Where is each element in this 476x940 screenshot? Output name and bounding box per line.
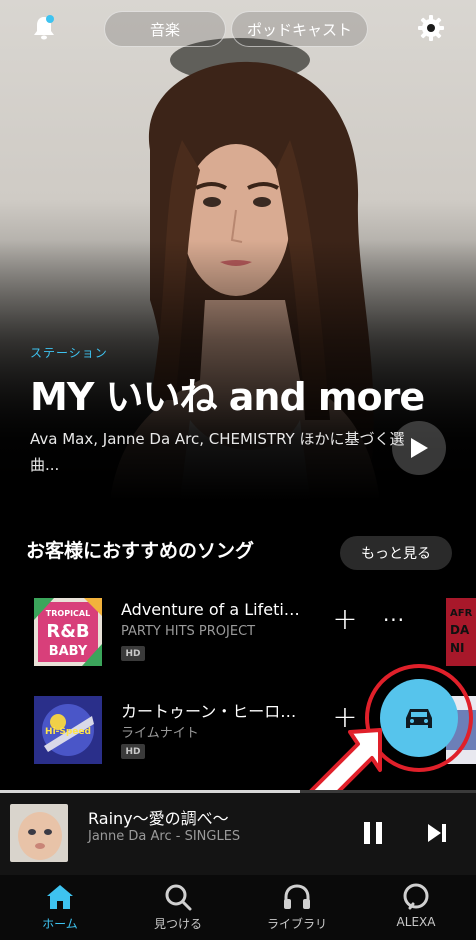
pause-icon xyxy=(364,822,382,844)
notifications-button[interactable] xyxy=(30,14,58,42)
svg-text:NI: NI xyxy=(450,641,465,655)
hero-description: Ava Max, Janne Da Arc, CHEMISTRY ほかに基づく選… xyxy=(30,430,405,474)
svg-text:Hi-Speed: Hi-Speed xyxy=(45,727,91,737)
song-artist: ライムナイト xyxy=(121,726,199,741)
tab-music[interactable]: 音楽 xyxy=(104,11,226,47)
album-art: Hi-Speed xyxy=(34,696,102,764)
svg-text:R&B: R&B xyxy=(46,621,89,642)
svg-text:BABY: BABY xyxy=(49,644,88,659)
pause-button[interactable] xyxy=(358,819,388,847)
album-art: TROPICAL R&B BABY xyxy=(34,598,102,666)
play-icon xyxy=(411,438,428,458)
tab-podcasts[interactable]: ポッドキャスト xyxy=(231,11,368,47)
gear-icon xyxy=(418,15,444,41)
svg-text:DA: DA xyxy=(450,623,470,637)
car-icon xyxy=(406,709,432,728)
nav-find-label: 見つける xyxy=(153,917,202,931)
home-icon xyxy=(47,885,73,909)
mini-player[interactable]: Rainy〜愛の調べ〜 Janne Da Arc - SINGLES xyxy=(0,793,476,875)
settings-button[interactable] xyxy=(416,13,446,43)
svg-text:AFR: AFR xyxy=(450,608,473,619)
bottom-navigation: ホーム 見つける ライブラリ ALEXA xyxy=(0,875,476,940)
now-playing-art xyxy=(10,804,68,862)
nav-library[interactable]: ライブラリ xyxy=(247,875,347,940)
svg-text:TROPICAL: TROPICAL xyxy=(46,609,90,618)
headphones-icon xyxy=(284,884,310,909)
search-icon xyxy=(165,884,192,911)
nav-library-label: ライブラリ xyxy=(266,917,327,931)
alexa-icon xyxy=(403,883,429,910)
song-title: Adventure of a Lifetime xyxy=(121,600,306,619)
nav-home[interactable]: ホーム xyxy=(10,875,110,940)
hd-badge: HD xyxy=(121,646,145,661)
song-title: カートゥーン・ヒーローズ xyxy=(121,702,306,721)
now-playing-artist: Janne Da Arc - SINGLES xyxy=(88,829,241,844)
song-row[interactable]: TROPICAL R&B BABY Adventure of a Lifetim… xyxy=(0,596,476,668)
nav-find[interactable]: 見つける xyxy=(128,875,228,940)
next-album-art-peek: AFR DA NI xyxy=(446,598,476,666)
hd-badge: HD xyxy=(121,744,145,759)
nav-home-label: ホーム xyxy=(42,917,78,931)
now-playing-title: Rainy〜愛の調べ〜 xyxy=(88,809,229,828)
next-track-button[interactable] xyxy=(424,821,450,845)
section-title: お客様におすすめのソング xyxy=(26,540,255,562)
notification-dot xyxy=(46,15,54,23)
hero-banner[interactable]: ステーション MY いいね and more Ava Max, Janne Da… xyxy=(0,0,476,500)
more-options-button[interactable]: ··· xyxy=(381,608,407,634)
top-bar: 音楽 ポッドキャスト xyxy=(0,0,476,58)
song-artist: PARTY HITS PROJECT xyxy=(121,624,256,639)
nav-alexa[interactable]: ALEXA xyxy=(366,875,466,940)
hero-kind-label: ステーション xyxy=(30,346,108,360)
hero-play-button[interactable] xyxy=(392,421,446,475)
skip-next-icon xyxy=(428,824,446,842)
add-song-button[interactable]: + xyxy=(331,605,359,635)
hero-title: MY いいね and more xyxy=(30,375,425,419)
nav-alexa-label: ALEXA xyxy=(396,915,436,929)
see-more-button[interactable]: もっと見る xyxy=(340,536,452,570)
